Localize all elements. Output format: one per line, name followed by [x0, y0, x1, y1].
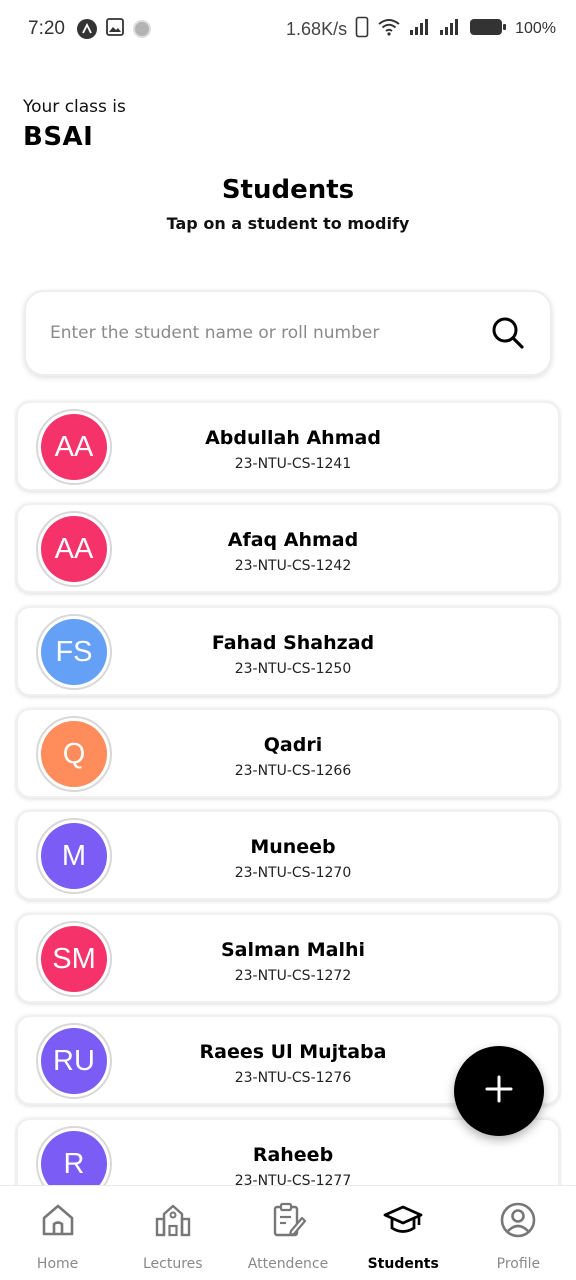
student-roll: 23-NTU-CS-1272: [234, 968, 352, 984]
phone-icon: [355, 16, 369, 43]
avatar: R: [41, 1131, 107, 1185]
nav-attendence[interactable]: Attendence: [230, 1186, 345, 1280]
nav-label: Profile: [496, 1256, 541, 1272]
student-name: Raheeb: [252, 1144, 334, 1166]
avatar-ring: M: [36, 818, 112, 894]
image-notification-icon: [105, 17, 125, 42]
nav-profile[interactable]: Profile: [461, 1186, 576, 1280]
nav-label: Lectures: [143, 1256, 203, 1272]
signal-icon-2: [439, 18, 461, 41]
user-circle-icon: [498, 1200, 538, 1240]
student-name: Fahad Shahzad: [211, 632, 375, 654]
battery-icon: [469, 17, 507, 42]
student-name: Salman Malhi: [220, 939, 366, 961]
search-box[interactable]: [24, 290, 552, 376]
nav-home[interactable]: Home: [0, 1186, 115, 1280]
student-card[interactable]: FS Fahad Shahzad 23-NTU-CS-1250: [16, 606, 560, 696]
search-icon[interactable]: [490, 315, 526, 351]
app-notification-icon: [76, 19, 97, 39]
building-icon: [153, 1200, 193, 1240]
student-card[interactable]: AA Abdullah Ahmad 23-NTU-CS-1241: [16, 401, 560, 491]
nav-students[interactable]: Students: [346, 1186, 461, 1280]
student-roll: 23-NTU-CS-1270: [234, 865, 352, 881]
wifi-icon: [377, 17, 401, 42]
add-student-button[interactable]: [454, 1046, 544, 1136]
student-card[interactable]: AA Afaq Ahmad 23-NTU-CS-1242: [16, 503, 560, 593]
avatar-ring: Q: [36, 716, 112, 792]
student-card[interactable]: M Muneeb 23-NTU-CS-1270: [16, 810, 560, 900]
clipboard-edit-icon: [268, 1200, 308, 1240]
nav-lectures[interactable]: Lectures: [115, 1186, 230, 1280]
student-roll: 23-NTU-CS-1277: [234, 1173, 352, 1185]
avatar: AA: [41, 516, 107, 582]
graduation-cap-icon: [383, 1200, 423, 1240]
avatar: M: [41, 823, 107, 889]
nav-label: Attendence: [247, 1256, 329, 1272]
avatar: AA: [41, 414, 107, 480]
avatar-ring: AA: [36, 511, 112, 587]
avatar-ring: RU: [36, 1023, 112, 1099]
avatar-ring: R: [36, 1126, 112, 1185]
status-bar: 7:20 1.68K/s 100%: [0, 0, 576, 58]
search-input[interactable]: [50, 323, 490, 343]
student-roll: 23-NTU-CS-1276: [234, 1070, 352, 1086]
class-caption: Your class is: [23, 97, 126, 117]
page-title: Students: [221, 175, 355, 205]
status-time: 7:20: [28, 18, 65, 39]
student-roll: 23-NTU-CS-1241: [234, 456, 352, 472]
student-roll: 23-NTU-CS-1250: [234, 661, 352, 677]
avatar: FS: [41, 619, 107, 685]
nav-label: Home: [36, 1256, 79, 1272]
avatar: RU: [41, 1028, 107, 1094]
avatar-ring: AA: [36, 409, 112, 485]
battery-percent: 100%: [515, 20, 556, 37]
student-name: Abdullah Ahmad: [205, 427, 381, 449]
avatar-ring: FS: [36, 614, 112, 690]
class-name: BSAI: [23, 122, 94, 152]
nav-label: Students: [367, 1256, 439, 1272]
student-roll: 23-NTU-CS-1242: [234, 558, 352, 574]
network-speed: 1.68K/s: [286, 18, 348, 39]
student-card[interactable]: SM Salman Malhi 23-NTU-CS-1272: [16, 913, 560, 1003]
avatar-ring: SM: [36, 921, 112, 997]
avatar: SM: [41, 926, 107, 992]
student-roll: 23-NTU-CS-1266: [234, 763, 352, 779]
student-name: Muneeb: [250, 836, 336, 858]
student-name: Raees Ul Mujtaba: [199, 1041, 387, 1063]
home-icon: [38, 1200, 78, 1240]
student-card[interactable]: Q Qadri 23-NTU-CS-1266: [16, 708, 560, 798]
signal-icon: [409, 18, 431, 41]
page-subtitle: Tap on a student to modify: [166, 214, 410, 233]
student-name: Afaq Ahmad: [227, 529, 359, 551]
avatar: Q: [41, 721, 107, 787]
plus-icon: [484, 1074, 514, 1108]
notification-dot-icon: [132, 20, 151, 38]
student-name: Qadri: [263, 734, 323, 756]
bottom-nav: Home Lectures Attendence Students Profil…: [0, 1185, 576, 1280]
